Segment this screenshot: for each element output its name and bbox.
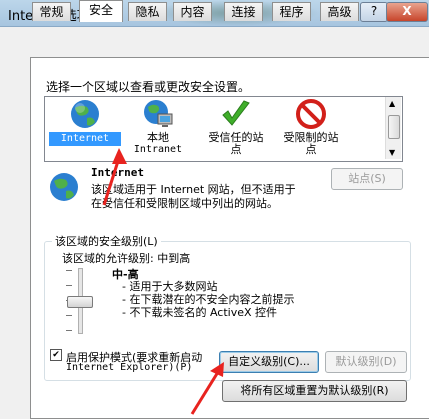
level-bullet: - 适用于大多数网站	[122, 280, 218, 293]
level-bullet: - 在下载潜在的不安全内容之前提示	[122, 293, 295, 306]
tab-programs[interactable]: 程序	[272, 2, 311, 21]
zone-restricted-sites[interactable]: 受限制的站 点	[275, 98, 347, 156]
security-level-group-label: 该区域的安全级别(L)	[52, 233, 161, 249]
tab-connections[interactable]: 连接	[224, 2, 263, 21]
zone-scrollbar[interactable]: ▲ ▼	[385, 97, 401, 159]
slider-tick	[66, 315, 72, 316]
tab-general[interactable]: 常规	[32, 2, 71, 21]
sites-button[interactable]: 站点(S)	[331, 168, 403, 190]
custom-level-button[interactable]: 自定义级别(C)...	[219, 351, 319, 373]
scroll-up-icon[interactable]: ▲	[389, 99, 395, 108]
zone-internet[interactable]: Internet	[49, 98, 121, 146]
reset-all-zones-button[interactable]: 将所有区域重置为默认级别(R)	[222, 380, 407, 402]
protected-mode-label-line2: Internet Explorer)(P)	[66, 362, 193, 373]
globe-icon	[71, 100, 99, 128]
restricted-icon	[296, 99, 326, 129]
security-level-details: - 适用于大多数网站 - 在下载潜在的不安全内容之前提示 - 不下载未签名的 A…	[122, 280, 294, 319]
scroll-down-icon[interactable]: ▼	[389, 148, 395, 157]
slider-tick	[66, 270, 72, 271]
zone-detail-line: 在受信任和受限制区域中列出的网站。	[91, 197, 278, 210]
zone-trusted-sites[interactable]: 受信任的站 点	[200, 98, 272, 156]
zone-prompt: 选择一个区域以查看或更改安全设置。	[46, 80, 251, 94]
tab-advanced[interactable]: 高级	[320, 2, 359, 21]
security-slider-thumb[interactable]	[67, 296, 93, 308]
zone-restricted-sites-sublabel: 点	[305, 143, 317, 156]
zone-local-intranet-sublabel: Intranet	[133, 144, 183, 155]
tab-privacy[interactable]: 隐私	[128, 2, 167, 21]
zone-detail-title: Internet	[91, 166, 144, 179]
slider-tick	[66, 285, 72, 286]
zone-local-intranet[interactable]: 本地 Intranet	[122, 98, 194, 156]
zone-trusted-sites-sublabel: 点	[230, 143, 242, 156]
tab-security[interactable]: 安全	[79, 0, 123, 22]
zone-detail-description: 该区域适用于 Internet 网站，但不适用于 在受信任和受限制区域中列出的网…	[91, 183, 351, 211]
zone-local-intranet-label: 本地	[147, 131, 169, 144]
help-button[interactable]: ?	[360, 2, 388, 22]
tab-content[interactable]: 内容	[173, 2, 212, 21]
protected-mode-checkbox[interactable]: ✔	[50, 349, 62, 361]
default-level-button[interactable]: 默认级别(D)	[325, 351, 407, 373]
allowed-level-text: 该区域的允许级别: 中到高	[62, 252, 191, 265]
checkmark-icon	[222, 100, 250, 126]
zone-internet-label: Internet	[49, 132, 121, 146]
globe-icon	[50, 173, 78, 201]
level-bullet: - 不下载未签名的 ActiveX 控件	[122, 306, 278, 319]
slider-tick	[66, 330, 72, 331]
scroll-thumb[interactable]	[388, 115, 400, 139]
close-button[interactable]: X	[386, 2, 428, 22]
intranet-icon	[144, 100, 173, 127]
zone-detail-line: 该区域适用于 Internet 网站，但不适用于	[91, 183, 296, 196]
